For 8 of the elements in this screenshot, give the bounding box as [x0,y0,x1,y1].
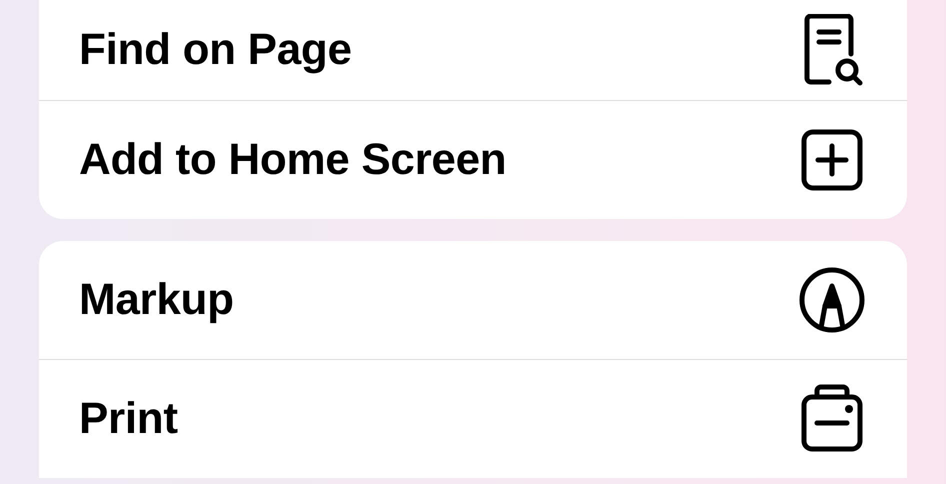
menu-item[interactable]: Print [39,359,907,478]
menu-item-label: Find on Page [79,25,352,75]
menu-item-label: Print [79,394,178,444]
menu-item[interactable]: Add to Home Screen [39,100,907,219]
menu-item[interactable]: Find on Page [39,0,907,100]
menu-item-label: Add to Home Screen [79,135,506,185]
menu-item-label: Markup [79,275,234,325]
menu-item[interactable]: Markup [39,241,907,359]
